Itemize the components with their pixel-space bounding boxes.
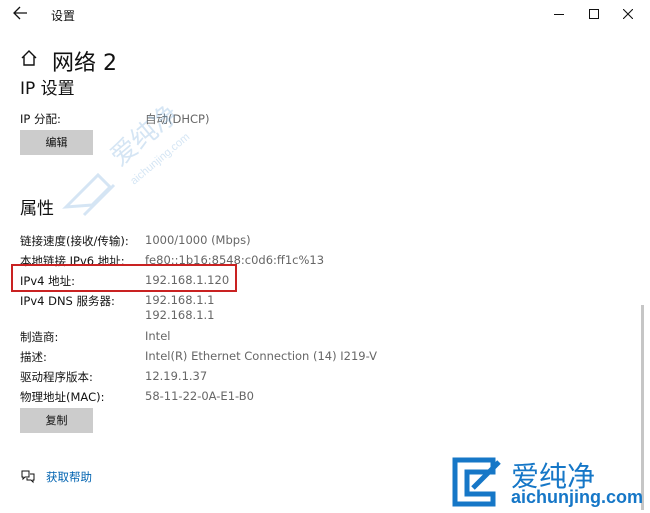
watermark-logo-icon — [452, 457, 501, 507]
ip-assignment-value: 自动(DHCP) — [145, 112, 210, 126]
minimize-icon[interactable] — [549, 4, 569, 24]
maximize-icon[interactable] — [584, 4, 604, 24]
driver-version-label: 驱动程序版本: — [20, 370, 93, 384]
close-icon[interactable] — [618, 4, 638, 24]
ip-assignment-label: IP 分配: — [20, 112, 61, 126]
manufacturer-value: Intel — [145, 329, 171, 343]
watermark-diagonal-url: aichunjing.com — [128, 131, 192, 187]
mac-label: 物理地址(MAC): — [20, 390, 105, 404]
get-help-link[interactable]: 获取帮助 — [46, 469, 92, 485]
watermark-logo: 爱纯净 aichunjing.com — [449, 454, 645, 510]
description-value: Intel(R) Ethernet Connection (14) I219-V — [145, 349, 377, 363]
dns-value-1: 192.168.1.1 — [145, 293, 215, 307]
watermark-url: aichunjing.com — [511, 487, 644, 507]
mac-value: 58-11-22-0A-E1-B0 — [145, 389, 254, 403]
window-title: 设置 — [51, 9, 76, 23]
link-speed-value: 1000/1000 (Mbps) — [145, 233, 251, 247]
link-speed-label: 链接速度(接收/传输): — [20, 234, 129, 248]
properties-heading: 属性 — [20, 199, 54, 219]
dns-label: IPv4 DNS 服务器: — [20, 294, 115, 308]
ip-settings-heading: IP 设置 — [20, 79, 75, 99]
back-arrow-icon[interactable] — [12, 5, 30, 23]
help-chat-icon[interactable] — [20, 469, 36, 484]
description-label: 描述: — [20, 350, 47, 364]
driver-version-value: 12.19.1.37 — [145, 369, 208, 383]
copy-button[interactable]: 复制 — [20, 408, 93, 433]
title-bar: 设置 — [0, 0, 650, 30]
manufacturer-label: 制造商: — [20, 330, 59, 344]
dns-value-2: 192.168.1.1 — [145, 308, 215, 322]
home-icon[interactable] — [20, 49, 40, 69]
ipv4-highlight-box — [11, 264, 237, 292]
edit-button[interactable]: 编辑 — [20, 130, 93, 155]
page-title: 网络 2 — [52, 51, 117, 76]
